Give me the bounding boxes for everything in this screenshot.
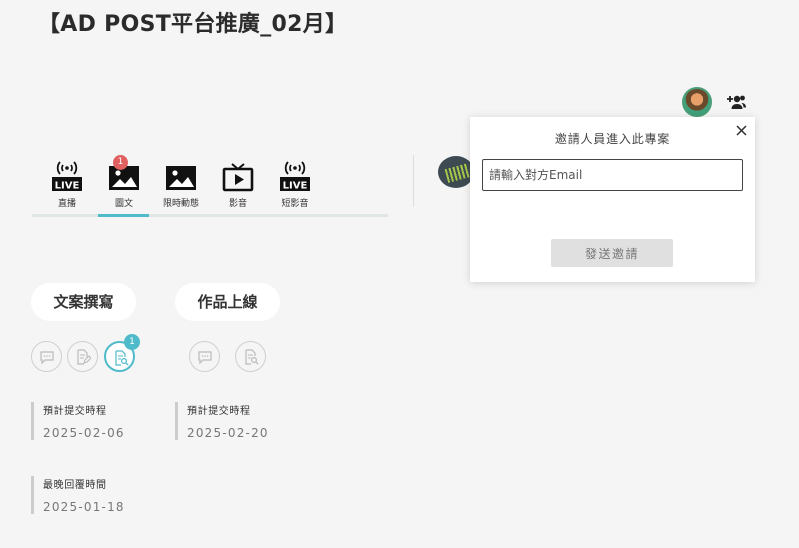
date-label: 預計提交時程 — [187, 406, 251, 417]
invite-title: 邀請人員進入此專案 — [554, 132, 671, 146]
live-icon: LIVE — [52, 161, 82, 192]
search-document-icon — [115, 350, 129, 366]
page-title: 【AD POST平台推廣_02月】 — [38, 12, 348, 37]
tab-label: 圖文 — [114, 199, 133, 209]
invite-dialog: 邀請人員進入此專案 發送邀請 — [470, 117, 755, 282]
chat-icon — [198, 351, 212, 365]
add-user-icon[interactable] — [726, 93, 746, 111]
tab-live[interactable]: LIVE 直播 — [42, 155, 92, 217]
live-icon: LIVE — [280, 161, 310, 192]
tv-play-icon — [222, 163, 254, 192]
date-expected-submission: 預計提交時程 2025-02-06 — [31, 402, 125, 440]
image-icon — [166, 166, 196, 190]
comment-button[interactable] — [31, 341, 62, 372]
user-avatar[interactable] — [682, 87, 712, 117]
edit-document-button[interactable] — [67, 341, 98, 372]
tab-short-video[interactable]: LIVE 短影音 — [270, 155, 320, 217]
date-value: 2025-02-20 — [187, 426, 269, 440]
date-label: 預計提交時程 — [43, 406, 107, 417]
channel-tabs: LIVE 直播 1 圖文 限時動態 影音 LIVE 短影音 — [32, 155, 388, 217]
date-label: 最晚回覆時間 — [43, 480, 107, 491]
close-icon[interactable] — [736, 125, 747, 136]
notification-badge: 1 — [124, 334, 140, 350]
divider — [413, 155, 414, 207]
date-latest-reply: 最晚回覆時間 2025-01-18 — [31, 476, 125, 514]
tab-track — [32, 214, 388, 217]
svg-text:LIVE: LIVE — [55, 181, 80, 192]
send-invite-button[interactable]: 發送邀請 — [551, 239, 673, 267]
tab-stories[interactable]: 限時動態 — [156, 155, 206, 217]
date-expected-submission: 預計提交時程 2025-02-20 — [175, 402, 269, 440]
influencer-avatar[interactable] — [438, 156, 474, 188]
edit-document-icon — [77, 349, 91, 365]
review-document-button[interactable] — [235, 341, 266, 372]
tab-video[interactable]: 影音 — [213, 155, 263, 217]
stage-copywriting[interactable]: 文案撰寫 — [31, 283, 136, 321]
review-document-button[interactable]: 1 — [104, 334, 140, 372]
stage-publish[interactable]: 作品上線 — [175, 283, 280, 321]
search-document-icon — [245, 349, 259, 365]
comment-button[interactable] — [189, 341, 220, 372]
tab-image-post[interactable]: 1 圖文 — [99, 155, 149, 217]
chat-icon — [40, 351, 54, 365]
active-tab-indicator — [98, 214, 149, 217]
tab-label: 影音 — [228, 199, 247, 209]
tab-label: 短影音 — [281, 199, 309, 209]
notification-badge: 1 — [113, 155, 128, 170]
date-value: 2025-01-18 — [43, 500, 125, 514]
tab-label: 直播 — [57, 199, 76, 209]
tab-label: 限時動態 — [162, 199, 199, 209]
email-field[interactable] — [482, 159, 743, 191]
date-value: 2025-02-06 — [43, 426, 125, 440]
svg-text:LIVE: LIVE — [283, 181, 308, 192]
